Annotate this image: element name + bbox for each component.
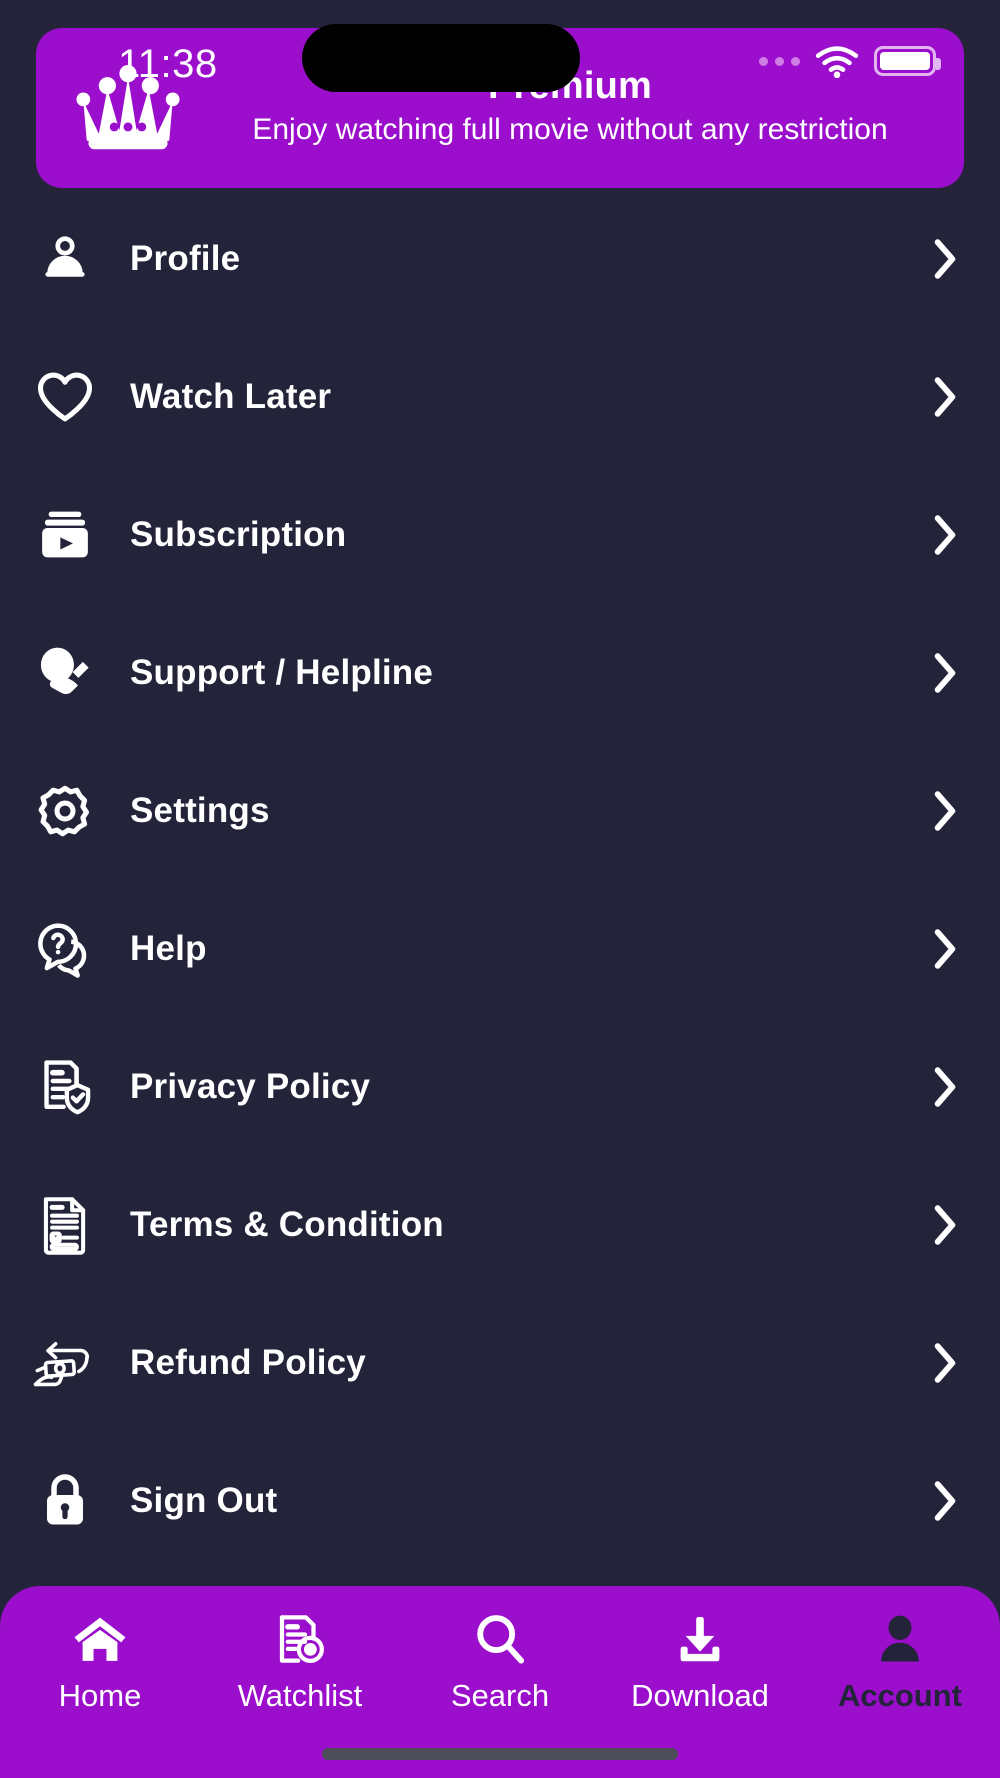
chevron-right-icon[interactable] bbox=[890, 1480, 1000, 1522]
nav-item-label: Watchlist bbox=[237, 1678, 363, 1713]
lock-icon bbox=[0, 1471, 130, 1531]
menu-item-support-helpline[interactable]: Support / Helpline bbox=[0, 604, 1000, 742]
chevron-right-icon[interactable] bbox=[890, 1066, 1000, 1108]
nav-item-label: Download bbox=[631, 1678, 769, 1713]
heart-icon bbox=[0, 369, 130, 425]
nav-item-home[interactable]: Home bbox=[0, 1608, 200, 1714]
video-stack-icon bbox=[0, 507, 130, 563]
banner-subtitle: Enjoy watching full movie without any re… bbox=[252, 112, 888, 146]
menu-item-label: Subscription bbox=[130, 515, 347, 554]
chevron-right-icon[interactable] bbox=[890, 1342, 1000, 1384]
menu-item-label: Help bbox=[130, 929, 207, 968]
account-icon bbox=[875, 1608, 925, 1670]
user-icon bbox=[0, 231, 130, 287]
gear-icon bbox=[0, 782, 130, 840]
menu-item-sign-out[interactable]: Sign Out bbox=[0, 1432, 1000, 1570]
menu-item-label: Terms & Condition bbox=[130, 1205, 444, 1244]
crown-icon bbox=[36, 65, 206, 151]
menu-item-label: Profile bbox=[130, 239, 241, 278]
menu-item-watch-later[interactable]: Watch Later bbox=[0, 328, 1000, 466]
chevron-right-icon[interactable] bbox=[890, 790, 1000, 832]
nav-item-label: Search bbox=[450, 1678, 550, 1713]
account-menu-list: Profile Watch Later Subscription Support… bbox=[0, 190, 1000, 1570]
menu-item-privacy-policy[interactable]: Privacy Policy bbox=[0, 1018, 1000, 1156]
home-icon bbox=[71, 1608, 129, 1670]
document-shield-icon bbox=[0, 1057, 130, 1117]
chevron-right-icon[interactable] bbox=[890, 376, 1000, 418]
menu-item-label: Sign Out bbox=[130, 1481, 278, 1520]
watchlist-icon bbox=[274, 1608, 326, 1670]
nav-item-account[interactable]: Account bbox=[800, 1608, 1000, 1714]
chevron-right-icon[interactable] bbox=[890, 652, 1000, 694]
nav-item-label: Home bbox=[58, 1678, 142, 1713]
refund-hand-icon bbox=[0, 1334, 130, 1392]
nav-item-watchlist[interactable]: Watchlist bbox=[200, 1608, 400, 1714]
app-screen: Premium Enjoy watching full movie withou… bbox=[0, 0, 1000, 1778]
menu-item-help[interactable]: Help bbox=[0, 880, 1000, 1018]
menu-item-label: Refund Policy bbox=[130, 1343, 366, 1382]
menu-item-terms-condition[interactable]: Terms & Condition bbox=[0, 1156, 1000, 1294]
home-indicator bbox=[322, 1748, 678, 1760]
menu-item-label: Privacy Policy bbox=[130, 1067, 371, 1106]
download-icon bbox=[674, 1608, 726, 1670]
nav-item-label: Account bbox=[838, 1678, 962, 1713]
menu-item-label: Support / Helpline bbox=[130, 653, 434, 692]
menu-item-refund-policy[interactable]: Refund Policy bbox=[0, 1294, 1000, 1432]
bottom-navigation-bar: Home Watchlist Search Download Account bbox=[0, 1586, 1000, 1778]
chevron-right-icon[interactable] bbox=[890, 1204, 1000, 1246]
search-icon bbox=[473, 1608, 527, 1670]
document-check-icon bbox=[0, 1194, 130, 1256]
support-phone-icon bbox=[0, 644, 130, 702]
menu-item-subscription[interactable]: Subscription bbox=[0, 466, 1000, 604]
chevron-right-icon[interactable] bbox=[890, 238, 1000, 280]
chevron-right-icon[interactable] bbox=[890, 928, 1000, 970]
menu-item-profile[interactable]: Profile bbox=[0, 190, 1000, 328]
question-bubble-icon bbox=[0, 920, 130, 978]
menu-item-settings[interactable]: Settings bbox=[0, 742, 1000, 880]
device-notch bbox=[302, 24, 580, 92]
nav-item-download[interactable]: Download bbox=[600, 1608, 800, 1714]
nav-item-search[interactable]: Search bbox=[400, 1608, 600, 1714]
chevron-right-icon[interactable] bbox=[890, 514, 1000, 556]
menu-item-label: Settings bbox=[130, 791, 270, 830]
menu-item-label: Watch Later bbox=[130, 377, 332, 416]
